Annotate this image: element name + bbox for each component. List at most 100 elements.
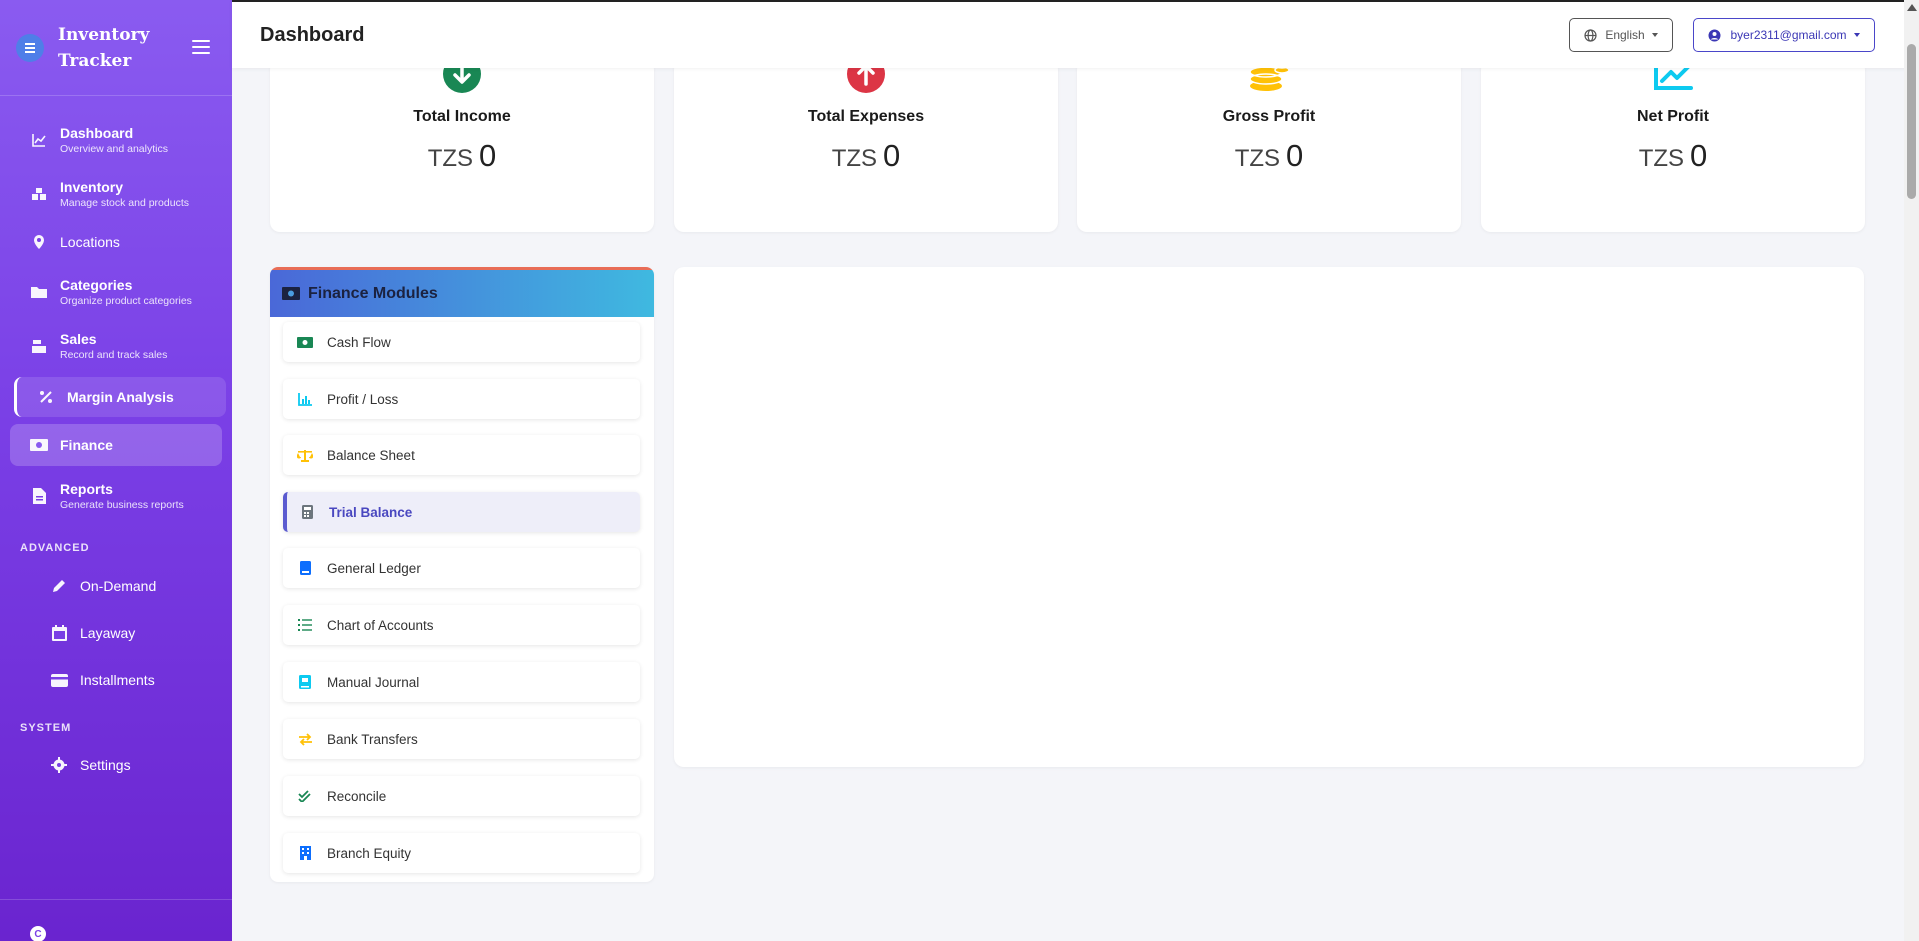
stat-title: Total Expenses	[807, 108, 925, 125]
scroll-up-arrow-icon[interactable]	[1907, 4, 1917, 11]
stat-currency: TZS	[831, 145, 878, 172]
module-reconcile[interactable]: Reconcile	[283, 776, 640, 816]
sidebar-item-sub: Organize product categories	[60, 295, 192, 307]
finance-modules-panel: Finance Modules Cash Flow Profit / Loss …	[270, 267, 654, 882]
list-icon	[297, 617, 313, 633]
module-general-ledger[interactable]: General Ledger	[283, 548, 640, 588]
brand: Inventory Tracker	[0, 0, 232, 96]
module-label: Manual Journal	[327, 674, 420, 690]
sidebar-item-label: Categories	[60, 277, 133, 293]
sidebar-item-sales[interactable]: Sales Record and track sales	[10, 326, 222, 366]
book-icon	[297, 560, 313, 576]
stat-value: TZS 0	[270, 138, 654, 174]
folder-icon	[30, 283, 48, 301]
stat-number: 0	[883, 138, 901, 173]
module-branch-equity[interactable]: Branch Equity	[283, 833, 640, 873]
stat-card-net-profit: Net Profit TZS 0	[1481, 60, 1865, 232]
sidebar-item-reports[interactable]: Reports Generate business reports	[10, 476, 222, 516]
stat-value: TZS 0	[1077, 138, 1461, 174]
calendar-icon	[50, 624, 68, 642]
module-trial-balance[interactable]: Trial Balance	[283, 492, 640, 532]
module-profit-loss[interactable]: Profit / Loss	[283, 379, 640, 419]
building-icon	[297, 845, 313, 861]
section-label-system: SYSTEM	[20, 722, 72, 734]
footer-badge[interactable]: C	[30, 926, 46, 941]
module-cash-flow[interactable]: Cash Flow	[283, 322, 640, 362]
file-icon	[30, 487, 48, 505]
module-label: Reconcile	[327, 788, 387, 804]
stat-title: Gross Profit	[1222, 108, 1316, 125]
sidebar-item-label: Finance	[60, 437, 113, 453]
scroll-thumb[interactable]	[1907, 44, 1916, 199]
user-menu-dropdown[interactable]: byer2311@gmail.com	[1693, 18, 1875, 52]
sidebar-item-sub: Generate business reports	[60, 499, 184, 511]
sidebar: Inventory Tracker Dashboard Overview and …	[0, 0, 232, 941]
globe-icon	[1584, 28, 1597, 42]
map-pin-icon	[30, 233, 48, 251]
money-bill-icon	[282, 287, 300, 300]
sidebar-item-sub: Overview and analytics	[60, 143, 168, 155]
sidebar-item-label: On-Demand	[80, 578, 157, 594]
sidebar-item-label: Reports	[60, 481, 113, 497]
sidebar-item-margin-analysis[interactable]: Margin Analysis	[14, 377, 226, 417]
finance-modules-title: Finance Modules	[308, 284, 438, 302]
stat-card-total-income: Total Income TZS 0	[270, 60, 654, 232]
sidebar-item-label: Inventory	[60, 179, 124, 195]
module-manual-journal[interactable]: Manual Journal	[283, 662, 640, 702]
module-label: Trial Balance	[329, 504, 413, 520]
money-bill-icon	[30, 436, 48, 454]
module-bank-transfers[interactable]: Bank Transfers	[283, 719, 640, 759]
sidebar-nav: Dashboard Overview and analytics Inventor…	[0, 96, 232, 773]
stat-title: Total Income	[413, 108, 511, 125]
pencil-icon	[50, 577, 68, 595]
chevron-down-icon	[1853, 33, 1860, 37]
sidebar-item-label: Sales	[60, 331, 97, 347]
stat-number: 0	[1286, 138, 1304, 173]
module-label: Profit / Loss	[327, 391, 399, 407]
sidebar-item-finance[interactable]: Finance	[10, 424, 222, 466]
chevron-down-icon	[1651, 33, 1658, 37]
user-email: byer2311@gmail.com	[1730, 28, 1847, 42]
sidebar-item-dashboard[interactable]: Dashboard Overview and analytics	[10, 120, 222, 160]
sidebar-item-locations[interactable]: Locations	[10, 226, 222, 258]
hamburger-menu-icon[interactable]	[192, 40, 210, 54]
sidebar-item-label: Installments	[80, 672, 155, 688]
language-label: English	[1605, 28, 1645, 42]
money-bill-wave-icon	[297, 334, 313, 350]
sidebar-item-inventory[interactable]: Inventory Manage stock and products	[10, 174, 222, 214]
credit-card-icon	[50, 671, 68, 689]
stat-value: TZS 0	[1481, 138, 1865, 174]
module-label: Balance Sheet	[327, 447, 415, 463]
finance-modules-header: Finance Modules	[270, 267, 654, 317]
gear-icon	[50, 756, 68, 774]
stat-number: 0	[1690, 138, 1708, 173]
top-header: Dashboard English byer2311@gmail.com	[232, 0, 1919, 68]
sidebar-item-label: Locations	[60, 234, 120, 250]
module-chart-of-accounts[interactable]: Chart of Accounts	[283, 605, 640, 645]
sidebar-item-layaway[interactable]: Layaway	[30, 617, 230, 649]
module-content-panel	[674, 267, 1864, 767]
module-label: Cash Flow	[327, 334, 391, 350]
sidebar-item-label: Layaway	[80, 625, 136, 641]
exchange-icon	[297, 731, 313, 747]
stat-number: 0	[479, 138, 497, 173]
sidebar-item-categories[interactable]: Categories Organize product categories	[10, 272, 222, 312]
double-check-icon	[297, 788, 313, 804]
scale-icon	[297, 447, 313, 463]
sidebar-item-settings[interactable]: Settings	[30, 749, 230, 781]
brand-title: Inventory Tracker	[58, 24, 150, 71]
module-label: General Ledger	[327, 560, 421, 576]
page-title: Dashboard	[260, 24, 365, 46]
page-scrollbar[interactable]	[1904, 0, 1919, 941]
stat-card-total-expenses: Total Expenses TZS 0	[674, 60, 1058, 232]
chart-line-icon	[30, 131, 48, 149]
user-circle-icon	[1708, 29, 1721, 42]
sidebar-item-label: Margin Analysis	[67, 389, 174, 405]
module-balance-sheet[interactable]: Balance Sheet	[283, 435, 640, 475]
stat-card-gross-profit: Gross Profit TZS 0	[1077, 60, 1461, 232]
sidebar-item-sub: Manage stock and products	[60, 197, 189, 209]
stat-currency: TZS	[1638, 145, 1685, 172]
language-dropdown[interactable]: English	[1569, 18, 1673, 52]
sidebar-item-on-demand[interactable]: On-Demand	[30, 570, 230, 602]
sidebar-item-installments[interactable]: Installments	[30, 664, 230, 696]
